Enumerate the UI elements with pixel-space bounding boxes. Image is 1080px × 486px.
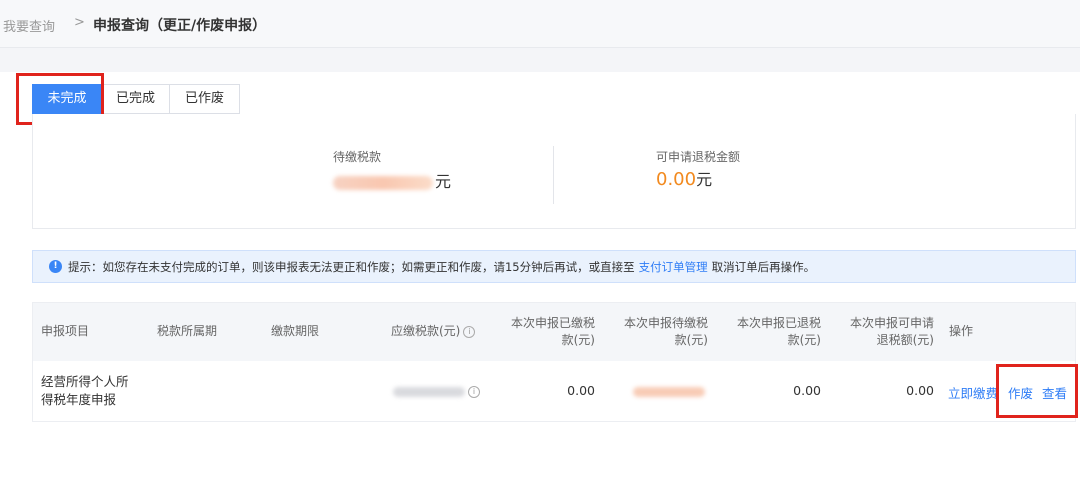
breadcrumb-root[interactable]: 我要查询 — [3, 16, 55, 35]
summary-panel: 待缴税款 元 可申请退税金额 0.00元 — [32, 114, 1076, 229]
row-refunded: 0.00 — [793, 383, 821, 398]
page-title: 申报查询（更正/作废申报） — [93, 18, 267, 34]
help-icon[interactable]: i — [463, 325, 476, 338]
col-item: 申报项目 — [41, 324, 90, 338]
row-refundable: 0.00 — [906, 383, 934, 398]
notice-text: 提示：如您存在未支付完成的订单，则该申报表无法更正和作废；如需更正和作废，请15… — [68, 259, 635, 274]
col-payable: 应缴税款(元) i — [391, 323, 476, 340]
row-payable: i — [393, 383, 480, 398]
redacted-amount — [633, 386, 705, 397]
redacted-amount — [393, 386, 465, 397]
col-ops: 操作 — [949, 324, 974, 338]
summary-divider — [553, 146, 554, 204]
notice-bar: ! 提示：如您存在未支付完成的订单，则该申报表无法更正和作废；如需更正和作废，请… — [32, 250, 1076, 283]
chevron-right-icon: > — [74, 15, 85, 30]
row-topay — [633, 383, 705, 398]
notice-suffix: 取消订单后再操作。 — [711, 259, 816, 274]
redacted-amount — [333, 175, 433, 190]
row-paid: 0.00 — [567, 383, 595, 398]
payment-order-link[interactable]: 支付订单管理 — [639, 259, 708, 275]
col-refunded: 本次申报已退税 款(元) — [736, 316, 821, 347]
col-deadline: 缴款期限 — [271, 324, 320, 338]
highlight-box-ops — [996, 364, 1078, 418]
col-paid: 本次申报已缴税 款(元) — [510, 316, 595, 347]
col-period: 税款所属期 — [157, 324, 218, 338]
tab-completed[interactable]: 已完成 — [102, 84, 170, 114]
row-item: 经营所得个人所 得税年度申报 — [41, 374, 129, 407]
tab-voided[interactable]: 已作废 — [170, 84, 240, 114]
pay-now-link[interactable]: 立即缴费 — [948, 383, 1000, 402]
help-icon[interactable]: i — [468, 385, 480, 398]
col-topay: 本次申报待缴税 款(元) — [623, 316, 708, 347]
top-bar: 我要查询 > 申报查询（更正/作废申报） — [0, 0, 1080, 48]
table-header: 申报项目 税款所属期 缴款期限 应缴税款(元) i 本次申报已缴税 款(元) 本次申… — [33, 303, 1075, 361]
declaration-table: 申报项目 税款所属期 缴款期限 应缴税款(元) i 本次申报已缴税 款(元) 本次申… — [32, 302, 1076, 422]
refund-label: 可申请退税金额 — [656, 150, 741, 164]
col-refundable: 本次申报可申请 退税额(元) — [849, 316, 934, 347]
pending-tax-value: 元 — [333, 168, 451, 192]
pending-tax-label: 待缴税款 — [333, 150, 382, 164]
info-icon: ! — [49, 260, 62, 273]
table-row: 经营所得个人所 得税年度申报 i 0.00 0.00 0.00 立即缴费 作废 … — [33, 361, 1075, 421]
refund-value: 0.00元 — [656, 169, 713, 190]
